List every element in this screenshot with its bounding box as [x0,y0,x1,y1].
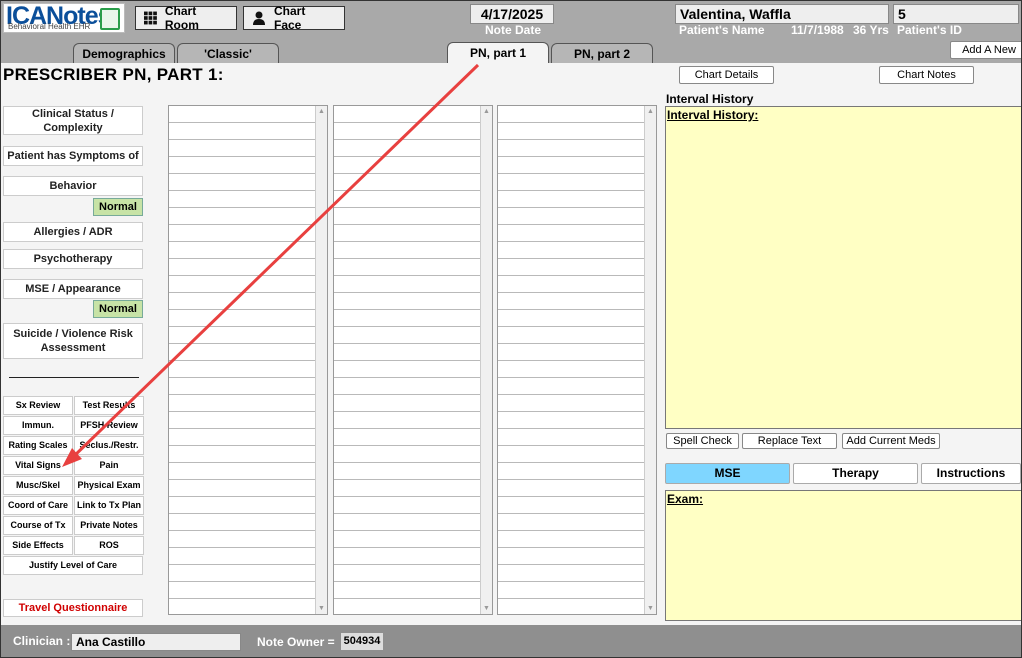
tab-pn-part1[interactable]: PN, part 1 [447,42,549,64]
clinician-field[interactable]: Ana Castillo [71,633,241,651]
logo-subtext: Behavioral Health EHR [8,22,91,31]
mse-appearance-button[interactable]: MSE / Appearance [3,279,143,299]
tab-therapy[interactable]: Therapy [793,463,918,484]
justify-level-of-care-button[interactable]: Justify Level of Care [3,556,143,575]
tab-instructions[interactable]: Instructions [921,463,1021,484]
sx-review-button[interactable]: Sx Review [3,396,73,415]
app-logo: ICANotes Behavioral Health EHR [3,2,125,33]
side-effects-button[interactable]: Side Effects [3,536,73,555]
list-column-2[interactable]: ▲ ▼ [333,105,493,615]
tab-mse[interactable]: MSE [665,463,790,484]
clipboard-icon [100,8,120,30]
pain-button[interactable]: Pain [74,456,144,475]
exam-field-label: Exam: [667,492,704,506]
clinician-label: Clinician : [13,634,71,648]
ros-button[interactable]: ROS [74,536,144,555]
private-notes-button[interactable]: Private Notes [74,516,144,535]
link-to-tx-plan-button[interactable]: Link to Tx Plan [74,496,144,515]
suicide-risk-button[interactable]: Suicide / Violence Risk Assessment [3,323,143,359]
spell-check-button[interactable]: Spell Check [666,433,739,449]
main-content: PRESCRIBER PN, PART 1: Chart Details Cha… [1,63,1021,625]
interval-history-textarea[interactable]: Interval History: [665,106,1021,429]
add-current-meds-button[interactable]: Add Current Meds [842,433,940,449]
note-owner-label: Note Owner = [257,635,335,649]
vital-signs-button[interactable]: Vital Signs [3,456,73,475]
chart-room-button[interactable]: Chart Room [135,4,237,32]
travel-questionnaire-button[interactable]: Travel Questionnaire [3,599,143,617]
footer-bar: Clinician : Ana Castillo Note Owner = 50… [1,625,1021,657]
coord-of-care-button[interactable]: Coord of Care [3,496,73,515]
physical-exam-button[interactable]: Physical Exam [74,476,144,495]
chart-notes-button[interactable]: Chart Notes [879,66,974,84]
chart-face-label: Chart Face [274,4,306,32]
course-of-tx-button[interactable]: Course of Tx [3,516,73,535]
note-date-field[interactable]: 4/17/2025 [470,4,554,24]
seclus-restr-button[interactable]: Seclus./Restr. [74,436,144,455]
patient-id-label: Patient's ID [897,23,962,37]
app-window: ICANotes Behavioral Health EHR Chart Roo… [0,0,1022,658]
replace-text-button[interactable]: Replace Text [742,433,837,449]
divider [9,377,139,378]
immun-button[interactable]: Immun. [3,416,73,435]
exam-textarea[interactable]: Exam: [665,490,1021,621]
interval-history-heading: Interval History [666,92,754,106]
page-title: PRESCRIBER PN, PART 1: [3,65,224,84]
clinical-status-button[interactable]: Clinical Status / Complexity [3,106,143,135]
behavior-normal-button[interactable]: Normal [93,198,143,216]
mse-normal-button[interactable]: Normal [93,300,143,318]
patient-dob: 11/7/1988 [791,23,844,37]
list-column-1[interactable]: ▲ ▼ [168,105,328,615]
allergies-button[interactable]: Allergies / ADR [3,222,143,242]
tab-classic[interactable]: 'Classic' [177,43,279,63]
pfsh-review-button[interactable]: PFSH Review [74,416,144,435]
patient-name-label: Patient's Name [679,23,765,37]
scrollbar[interactable]: ▲ ▼ [315,106,327,614]
chart-face-button[interactable]: Chart Face [243,4,345,32]
scrollbar[interactable]: ▲ ▼ [644,106,656,614]
psychotherapy-button[interactable]: Psychotherapy [3,249,143,269]
note-owner-value: 504934 [341,633,383,650]
person-icon [253,11,265,25]
tab-demographics[interactable]: Demographics [73,43,175,63]
patient-age: 36 Yrs [853,23,889,37]
tab-pn-part2[interactable]: PN, part 2 [551,43,653,63]
chart-details-button[interactable]: Chart Details [679,66,774,84]
grid-icon [144,11,157,25]
rating-scales-button[interactable]: Rating Scales [3,436,73,455]
behavior-button[interactable]: Behavior [3,176,143,196]
top-bar: ICANotes Behavioral Health EHR Chart Roo… [1,1,1021,64]
patient-name-field[interactable]: Valentina, Waffla [675,4,889,24]
list-column-3[interactable]: ▲ ▼ [497,105,657,615]
patient-symptoms-button[interactable]: Patient has Symptoms of [3,146,143,166]
musc-skel-button[interactable]: Musc/Skel [3,476,73,495]
patient-id-field[interactable]: 5 [893,4,1019,24]
scrollbar[interactable]: ▲ ▼ [480,106,492,614]
add-new-button[interactable]: Add A New [950,41,1021,59]
note-date-label: Note Date [485,23,542,37]
test-results-button[interactable]: Test Results [74,396,144,415]
chart-room-label: Chart Room [164,4,199,32]
interval-history-field-label: Interval History: [667,108,759,122]
